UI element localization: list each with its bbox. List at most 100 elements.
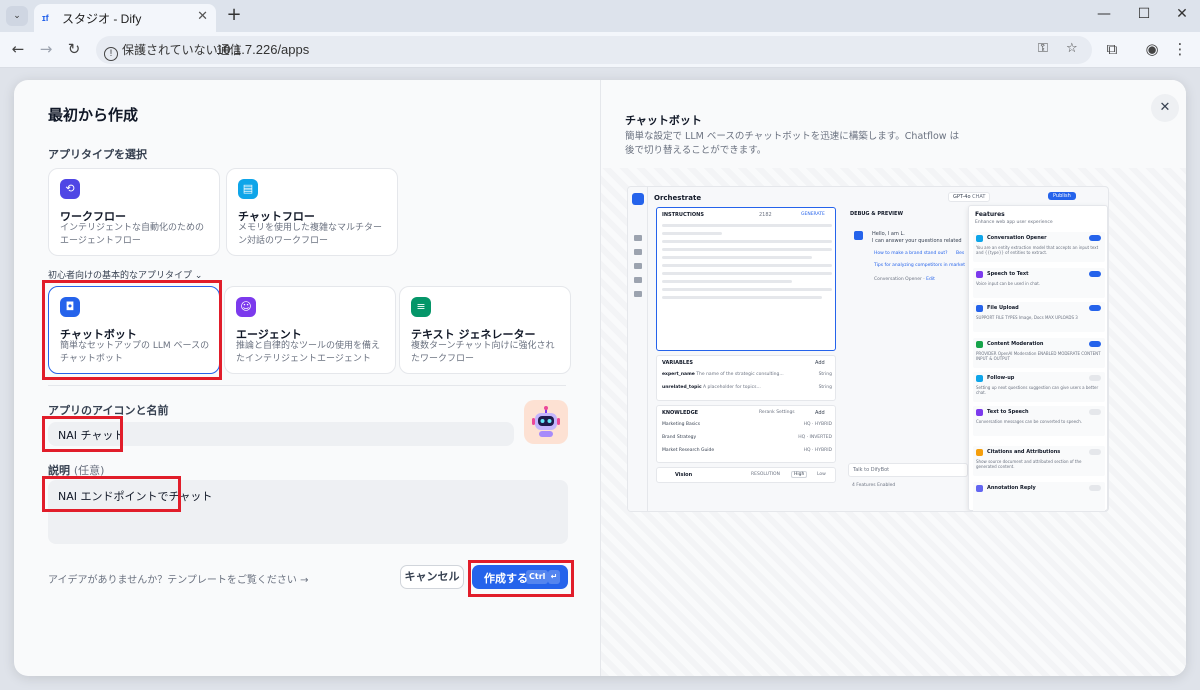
- mock-feature-toggle: [1089, 235, 1101, 241]
- create-button[interactable]: 作成する Ctrl ↵: [472, 565, 568, 589]
- forward-icon[interactable]: →: [36, 40, 56, 58]
- cancel-button[interactable]: キャンセル: [400, 565, 464, 589]
- browser-menu-icon[interactable]: ⋮: [1170, 40, 1190, 58]
- app-type-card-workflow[interactable]: ⟲ ワークフロー インテリジェントな自動化のためのエージェントフロー: [48, 168, 220, 256]
- minimize-icon[interactable]: —: [1094, 6, 1114, 22]
- tab-title: スタジオ - Dify: [62, 12, 142, 26]
- mock-kb-row: Marketing Basics HQ · HYBRID: [662, 422, 832, 427]
- description-textarea[interactable]: NAI エンドポイントでチャット: [48, 480, 568, 544]
- preview-panel: ✕ チャットボット 簡単な設定で LLM ベースのチャットボットを迅速に構築しま…: [600, 80, 1186, 676]
- mock-kb-row: Market Research Guide HQ · HYBRID: [662, 448, 832, 453]
- description-label-text: 説明: [48, 464, 70, 477]
- mock-rail-icon: [634, 277, 642, 283]
- mock-chat-input: Talk to DifyBot: [848, 463, 968, 477]
- mock-kb-name: Marketing Basics: [662, 422, 701, 427]
- omnibox[interactable]: ! 保護されていない通信 10.1.7.226/apps ⚿ ☆: [96, 36, 1092, 64]
- mock-vision-label: Vision: [675, 472, 693, 478]
- password-key-icon[interactable]: ⚿: [1038, 41, 1048, 56]
- mock-feature-toggle: [1089, 409, 1101, 415]
- new-tab-icon[interactable]: +: [224, 4, 244, 25]
- mock-bot-avatar: [854, 231, 863, 240]
- mock-feature-title: Text to Speech: [987, 409, 1029, 415]
- mock-var-name: expert_name: [662, 372, 695, 377]
- create-button-label: 作成する: [484, 572, 528, 585]
- mock-rail-icon: [634, 263, 642, 269]
- mock-feature-title: Annotation Reply: [987, 485, 1036, 491]
- mock-opener-row: Conversation Opener · Edit: [874, 277, 935, 282]
- enter-key-icon: ↵: [548, 570, 560, 584]
- template-link[interactable]: アイデアがありませんか？テンプレートをご覧ください →: [48, 571, 308, 586]
- app-type-card-agent[interactable]: ☺ エージェント 推論と自律的なツールの使用を備えたインテリジェントエージェント: [224, 286, 396, 374]
- text-generator-icon: ≡: [411, 297, 431, 317]
- mock-feature-toggle: [1089, 271, 1101, 277]
- mock-feature-toggle: [1089, 305, 1101, 311]
- back-icon[interactable]: ←: [8, 40, 28, 58]
- mock-features-panel: Features Enhance web app user experience…: [968, 205, 1108, 511]
- mock-high-option: High: [791, 471, 808, 478]
- mock-feature-title: Conversation Opener: [987, 235, 1047, 241]
- mock-suggestion: Tips for analyzing competitors in market: [874, 263, 966, 268]
- mock-feature-desc: Conversation messages can be converted t…: [976, 419, 1083, 424]
- mock-suggestion: How to make a brand stand out?: [874, 251, 948, 256]
- app-type-card-chatflow[interactable]: ▤ チャットフロー メモリを使用した複雑なマルチターン対話のワークフロー: [226, 168, 398, 256]
- mock-feature-row: Annotation Reply: [973, 482, 1105, 511]
- mock-feature-title: File Upload: [987, 305, 1019, 311]
- mock-rerank-label: Rerank Settings: [759, 410, 795, 415]
- mock-var-type: String: [818, 372, 832, 377]
- tab-search-button[interactable]: ⌄: [6, 6, 28, 26]
- mock-bot-icon: [632, 193, 644, 205]
- app-type-card-text-generator[interactable]: ≡ テキスト ジェネレーター 複数ターンチャット向けに強化されたワークフロー: [399, 286, 571, 374]
- robot-avatar-icon: [532, 406, 560, 437]
- mock-var-row: expert_name The name of the strategic co…: [662, 372, 832, 377]
- beginner-toggle[interactable]: 初心者向けの基本的なアプリタイプ ⌄: [48, 268, 202, 281]
- mock-model-selector: GPT-4o CHAT: [948, 192, 991, 202]
- mock-feature-icon: [976, 235, 983, 242]
- mock-feature-row: Conversation Opener You are an entity ext…: [973, 232, 1105, 262]
- mock-rail-icon: [634, 235, 642, 241]
- mock-var-row: unrelated_topic A placeholder for topics…: [662, 385, 832, 390]
- chatflow-icon: ▤: [238, 179, 258, 199]
- mock-feature-row: Speech to Text Voice input can be used in…: [973, 268, 1105, 298]
- dialog-title: 最初から作成: [48, 106, 139, 124]
- beginner-label: 初心者向けの基本的なアプリタイプ: [48, 271, 193, 281]
- mock-resolution-label: RESOLUTION: [751, 472, 780, 477]
- mock-kb-row: Brand Strategy HQ · INVERTED: [662, 435, 832, 440]
- extensions-icon[interactable]: ⧉: [1102, 40, 1122, 58]
- mock-edit-link: Edit: [926, 277, 935, 282]
- mock-feature-icon: [976, 375, 983, 382]
- mock-knowledge-label: KNOWLEDGE: [662, 410, 699, 416]
- mock-kb-name: Market Research Guide: [662, 448, 715, 453]
- reload-icon[interactable]: ↻: [64, 40, 84, 58]
- mock-model-mode: CHAT: [972, 194, 986, 200]
- app-icon-picker[interactable]: [524, 400, 568, 444]
- mock-low-option: Low: [817, 472, 826, 477]
- close-dialog-button[interactable]: ✕: [1151, 94, 1179, 122]
- create-form-panel: 最初から作成 アプリタイプを選択 ⟲ ワークフロー インテリジェントな自動化のた…: [14, 80, 600, 676]
- card-desc: 複数ターンチャット向けに強化されたワークフロー: [411, 341, 555, 364]
- maximize-icon[interactable]: ☐: [1134, 6, 1154, 22]
- mock-debug-title: DEBUG & PREVIEW: [850, 211, 903, 217]
- mock-var-desc: A placeholder for topics...: [703, 385, 761, 390]
- window-close-icon[interactable]: ✕: [1172, 6, 1192, 22]
- mock-var-name: unrelated_topic: [662, 385, 702, 390]
- mock-var-type: String: [818, 385, 832, 390]
- mock-add-variable: Add: [815, 360, 825, 366]
- mock-feature-icon: [976, 449, 983, 456]
- mock-feature-icon: [976, 409, 983, 416]
- app-type-card-chatbot[interactable]: ◘ チャットボット 簡単なセットアップの LLM ベースのチャットボット: [48, 286, 220, 374]
- mock-features-enabled: 4 Features Enabled: [852, 483, 896, 488]
- tab-close-icon[interactable]: ✕: [197, 9, 208, 24]
- bookmark-star-icon[interactable]: ☆: [1066, 41, 1078, 56]
- mock-feature-desc: Voice input can be used in chat.: [976, 281, 1041, 286]
- mock-instructions-box: INSTRUCTIONS 2182 GENERATE: [656, 207, 836, 351]
- mock-feature-icon: [976, 341, 983, 348]
- mock-features-sub: Enhance web app user experience: [975, 220, 1053, 225]
- browser-tab-bar: ⌄ ɪf スタジオ - Dify ✕ + — ☐ ✕: [0, 0, 1200, 32]
- url-text: 10.1.7.226/apps: [216, 42, 310, 57]
- ctrl-key-hint: Ctrl: [526, 570, 549, 584]
- mock-opener-text: Conversation Opener: [874, 277, 922, 282]
- chatbot-icon: ◘: [60, 297, 80, 317]
- profile-icon[interactable]: ◉: [1142, 40, 1162, 58]
- app-name-input[interactable]: NAI チャット: [48, 422, 514, 446]
- browser-tab[interactable]: ɪf スタジオ - Dify ✕: [34, 4, 216, 32]
